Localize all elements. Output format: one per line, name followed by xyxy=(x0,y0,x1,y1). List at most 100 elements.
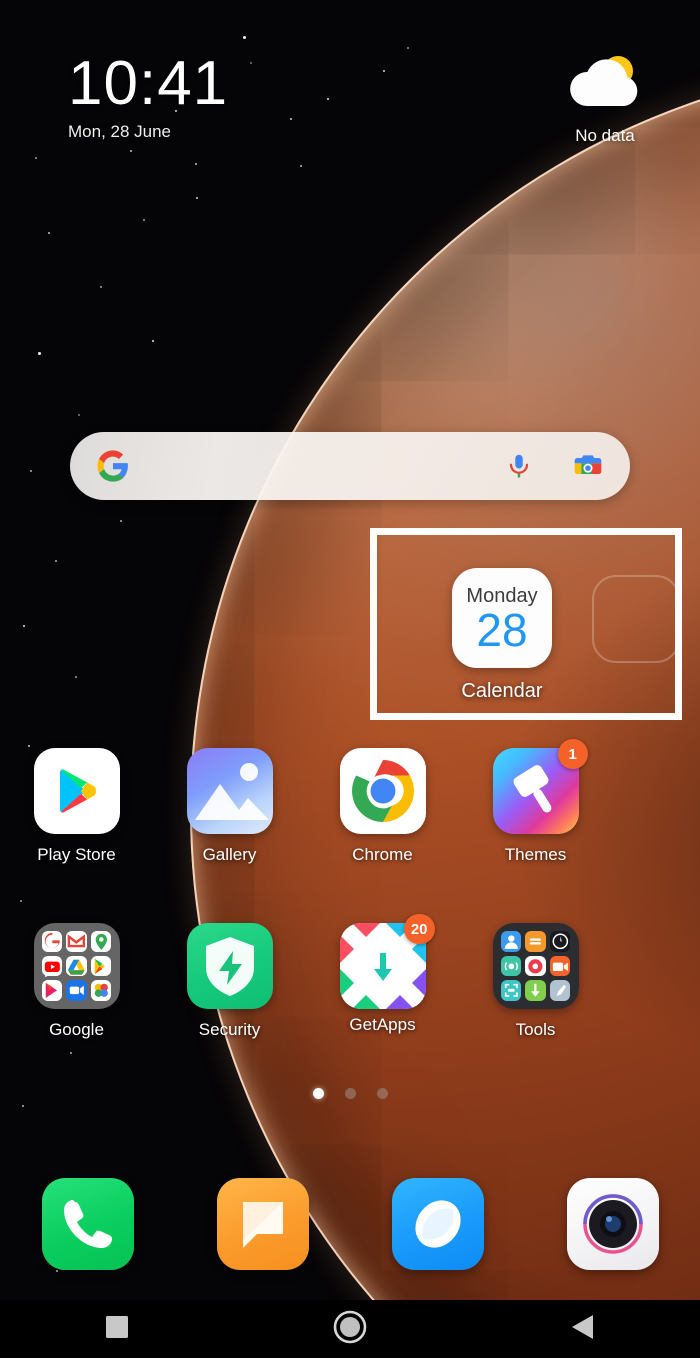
app-label: Gallery xyxy=(203,845,257,865)
star xyxy=(28,745,30,747)
app-label: Tools xyxy=(516,1020,556,1040)
tools-folder-icon[interactable] xyxy=(493,923,579,1009)
circle-home-icon[interactable] xyxy=(332,1309,368,1350)
app-themes[interactable]: 1 Themes xyxy=(459,748,612,865)
app-row-2: Google Security 20 GetApps Tools xyxy=(0,923,700,1040)
dock-item-camera[interactable] xyxy=(525,1178,700,1270)
star xyxy=(243,36,246,39)
google-search-bar[interactable] xyxy=(70,432,630,500)
square-recents-icon[interactable] xyxy=(104,1314,130,1345)
app-label: Themes xyxy=(505,845,566,865)
app-row-1: Play Store Gallery Chrome 1 Themes xyxy=(0,748,700,865)
calendar-app[interactable]: Monday 28 Calendar xyxy=(452,568,552,703)
star xyxy=(250,62,252,64)
dock-item-browser[interactable] xyxy=(350,1178,525,1270)
getapps-icon[interactable]: 20 xyxy=(340,923,426,1009)
star xyxy=(152,340,154,342)
star xyxy=(290,118,292,120)
clock-icon xyxy=(550,931,571,952)
star xyxy=(48,232,50,234)
star xyxy=(407,47,409,49)
clock-widget[interactable]: 10:41 Mon, 28 June xyxy=(68,52,228,142)
app-badge: 20 xyxy=(404,914,435,944)
notes-icon xyxy=(525,931,546,952)
page-dot[interactable] xyxy=(377,1088,388,1099)
chrome-icon[interactable] xyxy=(340,748,426,834)
star xyxy=(78,414,80,416)
nav-recents-button[interactable] xyxy=(0,1314,233,1345)
weather-widget[interactable]: No data xyxy=(540,52,670,146)
calendar-icon[interactable]: Monday 28 xyxy=(452,568,552,668)
empty-app-slot[interactable] xyxy=(592,575,680,663)
app-label: Play Store xyxy=(37,845,115,865)
star xyxy=(300,165,302,167)
gallery-icon[interactable] xyxy=(187,748,273,834)
app-label: Google xyxy=(49,1020,104,1040)
app-label: Chrome xyxy=(352,845,412,865)
star xyxy=(23,625,25,627)
app-label: Security xyxy=(199,1020,260,1040)
play-icon xyxy=(91,956,112,977)
star xyxy=(100,286,102,288)
app-getapps[interactable]: 20 Tools GetApps xyxy=(306,923,459,1040)
security-shield-icon[interactable] xyxy=(187,923,273,1009)
camera-icon[interactable] xyxy=(567,1178,659,1270)
dock-item-messages[interactable] xyxy=(175,1178,350,1270)
maps-icon xyxy=(91,931,112,952)
themes-icon[interactable]: 1 xyxy=(493,748,579,834)
star xyxy=(327,98,329,100)
app-tools-folder[interactable]: Tools xyxy=(459,923,612,1040)
star xyxy=(30,470,32,472)
clock-time: 10:41 xyxy=(68,52,228,115)
drive-icon xyxy=(66,956,87,977)
star xyxy=(195,163,197,165)
search-input[interactable] xyxy=(130,432,504,500)
browser-icon[interactable] xyxy=(392,1178,484,1270)
app-chrome[interactable]: Chrome xyxy=(306,748,459,865)
youtube-icon xyxy=(42,956,63,977)
page-dot[interactable] xyxy=(313,1088,324,1099)
nav-back-button[interactable] xyxy=(467,1313,700,1346)
weather-status-text: No data xyxy=(540,126,670,146)
dock-item-phone[interactable] xyxy=(0,1178,175,1270)
star xyxy=(22,1105,24,1107)
app-gallery[interactable]: Gallery xyxy=(153,748,306,865)
star xyxy=(55,560,57,562)
star xyxy=(75,676,77,678)
star xyxy=(143,219,145,221)
app-badge: 1 xyxy=(558,739,588,769)
qr-scan-icon xyxy=(501,980,522,1001)
app-security[interactable]: Security xyxy=(153,923,306,1040)
meet-icon xyxy=(66,980,87,1001)
star xyxy=(20,900,22,902)
page-dot[interactable] xyxy=(345,1088,356,1099)
navigation-bar xyxy=(0,1300,700,1358)
calendar-day-number: 28 xyxy=(476,607,527,653)
page-indicator[interactable] xyxy=(0,1088,700,1099)
app-google-folder[interactable]: Google xyxy=(0,923,153,1040)
downloads-icon xyxy=(525,980,546,1001)
google-lens-camera-icon[interactable] xyxy=(572,450,604,482)
microphone-icon[interactable] xyxy=(504,451,534,481)
play-store-icon[interactable] xyxy=(34,748,120,834)
nav-home-button[interactable] xyxy=(233,1309,466,1350)
star xyxy=(38,352,41,355)
scanner-icon xyxy=(501,956,522,977)
app-play-store[interactable]: Play Store xyxy=(0,748,153,865)
google-folder-icon[interactable] xyxy=(34,923,120,1009)
messages-icon[interactable] xyxy=(217,1178,309,1270)
app-label: GetApps xyxy=(349,1015,415,1035)
contacts-icon xyxy=(501,931,522,952)
play-movies-icon xyxy=(42,980,63,1001)
google-search-icon xyxy=(42,931,63,952)
star xyxy=(196,197,198,199)
recorder-icon xyxy=(525,956,546,977)
phone-icon[interactable] xyxy=(42,1178,134,1270)
star xyxy=(35,157,37,159)
compass-icon xyxy=(550,980,571,1001)
dock xyxy=(0,1178,700,1270)
triangle-back-icon[interactable] xyxy=(570,1313,596,1346)
star xyxy=(383,70,385,72)
star xyxy=(130,150,132,152)
video-icon xyxy=(550,956,571,977)
